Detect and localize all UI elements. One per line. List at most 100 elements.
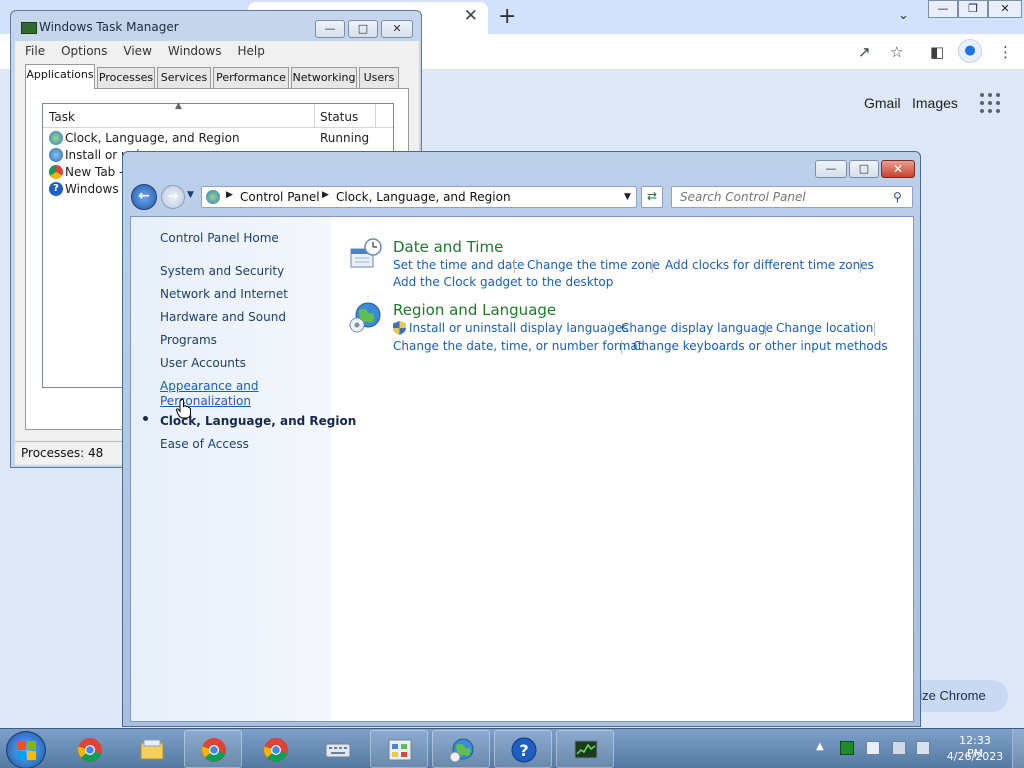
nav-user-accounts[interactable]: User Accounts (160, 356, 246, 370)
battery-icon[interactable] (840, 741, 854, 755)
nav-appearance-personalization[interactable]: Appearance and (160, 379, 258, 393)
volume-muted-icon[interactable] (916, 741, 930, 755)
change-time-zone-link[interactable]: Change the time zone (527, 258, 660, 272)
tab-services[interactable]: Services (157, 67, 211, 89)
chrome-icon (202, 738, 226, 762)
show-desktop-button[interactable] (1012, 729, 1024, 768)
new-tab-icon[interactable]: + (498, 4, 516, 29)
share-icon[interactable]: ↗ (858, 43, 871, 61)
close-button[interactable]: ✕ (881, 160, 915, 178)
link-divider (765, 322, 766, 336)
change-keyboards-link[interactable]: Change keyboards or other input methods (633, 339, 888, 353)
refresh-icon[interactable]: ⇄ (641, 186, 663, 208)
menu-options[interactable]: Options (51, 41, 113, 58)
nav-appearance-personalization-line2[interactable]: Personalization (160, 394, 251, 408)
chevron-down-icon[interactable]: ⌄ (898, 8, 909, 23)
breadcrumb-control-panel[interactable]: Control Panel (240, 190, 320, 204)
nav-network-internet[interactable]: Network and Internet (160, 287, 288, 301)
column-task[interactable]: Task (49, 110, 75, 124)
avatar[interactable]: ● (958, 39, 982, 63)
action-center-icon[interactable] (866, 741, 880, 755)
link-divider (874, 322, 875, 336)
breadcrumb-current[interactable]: Clock, Language, and Region (336, 190, 511, 204)
control-panel-icon (206, 190, 220, 204)
nav-control-panel-home[interactable]: Control Panel Home (160, 231, 279, 245)
nav-system-security[interactable]: System and Security (160, 264, 284, 278)
recent-pages-chevron-icon[interactable]: ▼ (187, 190, 194, 200)
search-input[interactable] (671, 186, 913, 208)
breadcrumb-chevron-icon[interactable]: ▶ (322, 190, 329, 200)
nav-hardware-sound[interactable]: Hardware and Sound (160, 310, 286, 324)
nav-programs[interactable]: Programs (160, 333, 217, 347)
forward-arrow-icon[interactable]: → (161, 185, 185, 209)
date-time-heading[interactable]: Date and Time (393, 238, 503, 256)
images-link[interactable]: Images (912, 95, 958, 111)
minimize-button[interactable]: — (815, 160, 847, 178)
menu-help[interactable]: Help (227, 41, 270, 58)
taskbar-chrome-window[interactable] (184, 730, 242, 768)
breadcrumb-chevron-icon[interactable]: ▶ (226, 190, 233, 200)
minimize-button[interactable]: — (928, 0, 958, 18)
change-location-link[interactable]: Change location (776, 321, 873, 335)
address-bar[interactable]: ▶ Control Panel ▶ Clock, Language, and R… (201, 186, 637, 208)
link-divider (860, 259, 861, 273)
menu-icon[interactable]: ⋮ (998, 43, 1013, 61)
set-time-date-link[interactable]: Set the time and date (393, 258, 524, 272)
maximize-button[interactable]: □ (348, 20, 378, 38)
apps-grid-icon[interactable] (980, 93, 1000, 113)
nav-ease-of-access[interactable]: Ease of Access (160, 437, 249, 451)
restore-button[interactable]: ❐ (958, 0, 988, 18)
taskbar-chrome[interactable] (60, 730, 118, 768)
side-panel-icon[interactable]: ◧ (930, 43, 944, 61)
menu-file[interactable]: File (15, 41, 51, 58)
taskbar-region-language[interactable] (432, 730, 490, 768)
star-icon[interactable]: ☆ (890, 43, 903, 61)
category-content: Date and Time Set the time and date Chan… (331, 217, 913, 721)
windows-logo-icon (17, 741, 26, 750)
start-button[interactable] (6, 731, 46, 768)
install-display-languages-link[interactable]: Install or uninstall display languages (409, 321, 629, 335)
column-status[interactable]: Status (320, 110, 358, 124)
region-language-icon (349, 302, 381, 333)
gmail-link[interactable]: Gmail (864, 95, 901, 111)
tab-networking[interactable]: Networking (291, 67, 357, 89)
table-row[interactable]: Clock, Language, and Region Running (47, 130, 387, 147)
taskbar-chrome-2[interactable] (246, 730, 304, 768)
search-icon[interactable]: ⚲ (893, 190, 902, 204)
minimize-button[interactable]: — (315, 20, 345, 38)
taskbar-keyboard[interactable] (308, 730, 366, 768)
add-clocks-link[interactable]: Add clocks for different time zones (665, 258, 874, 272)
change-date-format-link[interactable]: Change the date, time, or number format (393, 339, 642, 353)
column-divider[interactable] (314, 104, 315, 128)
link-divider (621, 340, 622, 354)
task-manager-icon (574, 740, 598, 759)
menu-bar: File Options View Windows Help (15, 41, 419, 61)
taskbar-control-panel[interactable] (370, 730, 428, 768)
column-divider[interactable] (375, 104, 376, 128)
keyboard-icon (325, 743, 351, 758)
maximize-button[interactable]: □ (849, 160, 879, 178)
current-item-bullet (143, 416, 148, 421)
show-hidden-icons-chevron-icon[interactable]: ▲ (816, 741, 824, 752)
add-clock-gadget-link[interactable]: Add the Clock gadget to the desktop (393, 275, 613, 289)
region-language-heading[interactable]: Region and Language (393, 301, 556, 319)
change-display-language-link[interactable]: Change display language (621, 321, 773, 335)
tab-performance[interactable]: Performance (213, 67, 289, 89)
close-tab-icon[interactable]: ✕ (464, 6, 478, 26)
taskbar-task-manager[interactable] (556, 730, 614, 768)
taskbar-explorer[interactable] (122, 730, 180, 768)
chrome-icon (264, 738, 288, 762)
taskbar-help[interactable]: ? (494, 730, 552, 768)
tab-processes[interactable]: Processes (97, 67, 155, 89)
network-icon[interactable] (892, 741, 906, 755)
close-button[interactable]: ✕ (381, 20, 413, 38)
menu-view[interactable]: View (113, 41, 157, 58)
shield-icon (393, 321, 406, 335)
menu-windows[interactable]: Windows (158, 41, 228, 58)
chevron-down-icon[interactable]: ▼ (624, 192, 631, 202)
back-arrow-icon[interactable]: ← (131, 184, 157, 210)
clock-date[interactable]: 4/26/2023 (944, 750, 1006, 763)
tab-users[interactable]: Users (359, 67, 399, 89)
tab-applications[interactable]: Applications (25, 64, 95, 89)
close-button[interactable]: ✕ (988, 0, 1022, 18)
